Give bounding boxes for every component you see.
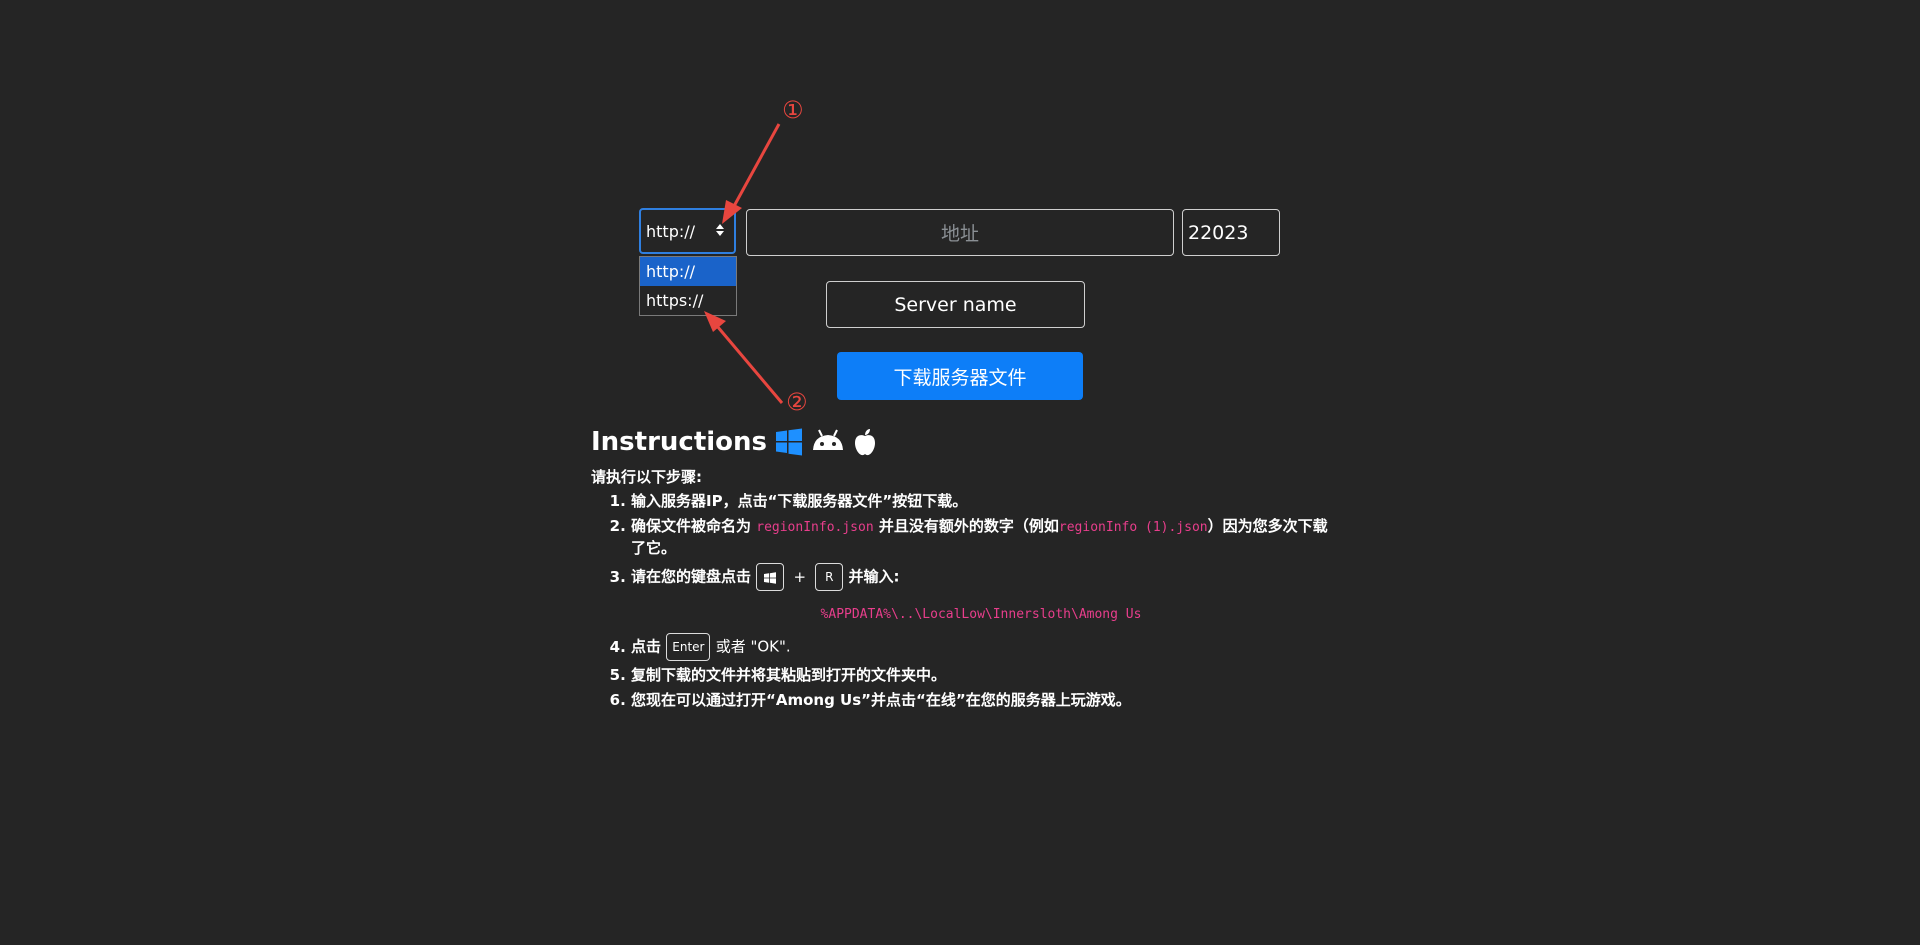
server-name-input[interactable]: Server name <box>826 281 1085 328</box>
instructions-steps: 输入服务器IP，点击“下载服务器文件”按钮下载。 确保文件被命名为 region… <box>591 491 1331 711</box>
instructions-title: Instructions <box>591 427 768 457</box>
annotation-arrow-1 <box>731 123 781 209</box>
protocol-select-value: http:// <box>646 221 696 241</box>
download-button-label: 下载服务器文件 <box>893 366 1027 389</box>
step-1: 输入服务器IP，点击“下载服务器文件”按钮下载。 <box>631 491 1331 512</box>
step-5: 复制下载的文件并将其粘贴到打开的文件夹中。 <box>631 665 1331 686</box>
protocol-dropdown: http:// https:// <box>639 256 737 316</box>
step-2: 确保文件被命名为 regionInfo.json 并且没有额外的数字（例如reg… <box>631 516 1331 559</box>
annotation-marker-1: ① <box>782 96 804 124</box>
duplicate-filename-code: regionInfo (1).json <box>1058 520 1208 535</box>
apple-icon <box>853 428 877 456</box>
step-5-text: 复制下载的文件并将其粘贴到打开的文件夹中。 <box>631 666 947 684</box>
step-4-text-b: 或者 "OK". <box>715 637 791 656</box>
select-arrows-icon <box>716 224 724 236</box>
step-4-text-a: 点击 <box>631 637 662 656</box>
key-plus: + <box>793 567 807 586</box>
annotation-arrow-2 <box>715 325 784 404</box>
address-placeholder: 地址 <box>940 223 979 245</box>
step-3-text-b: 并输入: <box>848 567 900 586</box>
enter-key: Enter <box>666 633 711 661</box>
windows-icon <box>775 428 803 456</box>
protocol-select[interactable]: http:// <box>639 208 736 254</box>
step-2-text-a: 确保文件被命名为 <box>631 517 752 535</box>
step-6: 您现在可以通过打开“Among Us”并点击“在线”在您的服务器上玩游戏。 <box>631 690 1331 711</box>
appdata-path: %APPDATA%\..\LocalLow\Innersloth\Among U… <box>631 603 1331 625</box>
page: http:// http:// https:// 地址 22023 Server… <box>0 0 1920 945</box>
step-6-text: 您现在可以通过打开“Among Us”并点击“在线”在您的服务器上玩游戏。 <box>631 691 1131 709</box>
windows-key <box>756 563 785 591</box>
annotation-marker-2: ② <box>786 388 808 416</box>
appdata-path-code: %APPDATA%\..\LocalLow\Innersloth\Among U… <box>820 607 1142 622</box>
android-icon <box>811 428 845 456</box>
instructions-heading: Instructions <box>591 424 1331 460</box>
instructions-lead: 请执行以下步骤: <box>591 468 702 486</box>
step-3: 请在您的键盘点击 + R 并输入: %APPDATA%\..\LocalLow\… <box>631 563 1331 625</box>
protocol-option-http[interactable]: http:// <box>640 257 736 286</box>
step-4: 点击 Enter 或者 "OK". <box>631 633 1331 661</box>
r-key: R <box>815 563 844 591</box>
port-input[interactable]: 22023 <box>1182 209 1280 256</box>
step-2-text-b: 并且没有额外的数字（例如 <box>878 517 1059 535</box>
protocol-option-https[interactable]: https:// <box>640 286 736 315</box>
address-input[interactable]: 地址 <box>746 209 1174 256</box>
windows-key-icon <box>764 571 777 584</box>
server-name-placeholder: Server name <box>894 293 1017 316</box>
instructions-section: Instructions 请执行以下步骤: 1. 输入服务器IP，点击“下载服务… <box>591 424 1331 715</box>
download-server-file-button[interactable]: 下载服务器文件 <box>837 352 1083 400</box>
filename-code: regionInfo.json <box>756 520 874 535</box>
port-value: 22023 <box>1188 221 1249 244</box>
step-3-text-a: 请在您的键盘点击 <box>631 567 752 586</box>
step-1-text: 输入服务器IP，点击“下载服务器文件”按钮下载。 <box>631 492 968 510</box>
